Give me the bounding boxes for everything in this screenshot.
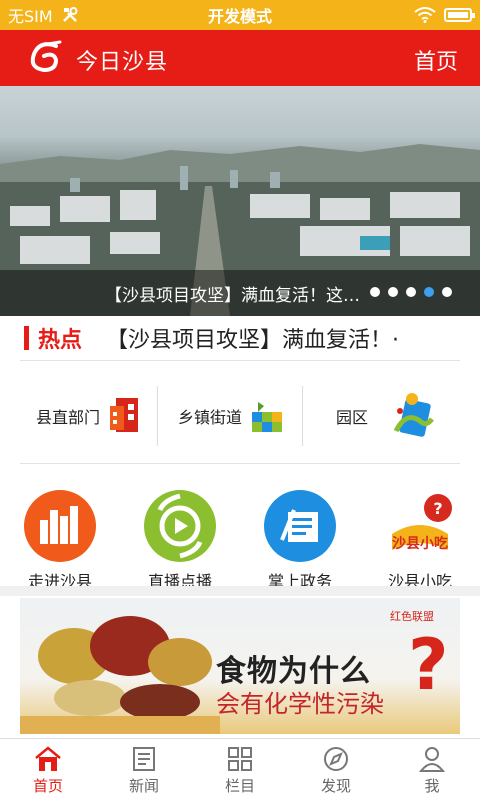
- ad-subtitle: 会有化学性污染: [216, 690, 384, 718]
- banner-carousel[interactable]: 【沙县项目攻坚】满血复活！这…: [0, 86, 480, 316]
- service-grid: 走进沙县 直播点播 掌上政务 沙县小吃 ? 沙县小吃: [0, 482, 480, 591]
- ad-brand: 红色联盟: [390, 610, 434, 623]
- hot-accent-bar: [24, 326, 29, 350]
- document-icon: [264, 490, 336, 562]
- township-icon: [252, 402, 283, 432]
- hot-label: 热点: [38, 328, 83, 353]
- news-icon: [133, 747, 155, 771]
- tab-label: 我: [424, 777, 440, 795]
- tab-columns[interactable]: 栏目: [192, 739, 288, 801]
- compass-icon: [324, 747, 348, 771]
- grid-icon: [228, 747, 252, 771]
- carousel-dot[interactable]: [370, 287, 380, 297]
- divider: [20, 463, 460, 464]
- home-icon: [35, 746, 61, 771]
- tab-me[interactable]: 我: [384, 739, 480, 801]
- svg-text:?: ?: [433, 499, 442, 518]
- carousel-dot[interactable]: [388, 287, 398, 297]
- tab-news[interactable]: 新闻: [96, 739, 192, 801]
- tab-label: 新闻: [128, 777, 159, 795]
- carousel-dot[interactable]: [406, 287, 416, 297]
- tab-home[interactable]: 首页: [0, 739, 96, 801]
- divider: [20, 360, 460, 361]
- user-icon: [418, 747, 446, 772]
- category-label: 县直部门: [36, 408, 101, 427]
- banner-caption-bar: 【沙县项目攻坚】满血复活！这…: [0, 270, 480, 316]
- home-link[interactable]: 首页: [414, 44, 458, 76]
- app-title: 今日沙县: [76, 50, 169, 75]
- category-townships[interactable]: 乡镇街道: [178, 370, 286, 462]
- category-parks[interactable]: 园区: [336, 370, 438, 462]
- wifi-icon: [414, 7, 436, 23]
- bottom-tab-bar: 首页 新闻 栏目 发现 我: [0, 738, 480, 800]
- app-logo-icon: [30, 40, 62, 73]
- hot-headline[interactable]: 【沙县项目攻坚】满血复活！·: [106, 322, 466, 354]
- category-separator: [157, 386, 158, 446]
- category-county-departments[interactable]: 县直部门: [36, 370, 142, 462]
- tab-label: 发现: [320, 777, 351, 795]
- city-buildings-icon: [24, 490, 96, 562]
- park-icon: [393, 393, 435, 437]
- snack-logo-icon: 沙县小吃 ?: [384, 490, 456, 562]
- banner-caption[interactable]: 【沙县项目攻坚】满血复活！这…: [105, 281, 360, 306]
- app-header: 今日沙县 首页: [0, 30, 480, 86]
- tab-label: 首页: [32, 777, 63, 795]
- category-separator: [302, 386, 303, 446]
- hot-news-ticker[interactable]: 热点 【沙县项目攻坚】满血复活！·: [0, 316, 480, 360]
- service-visit-shaxian[interactable]: 走进沙县: [10, 482, 110, 592]
- category-row: 县直部门 乡镇街道 园区: [0, 370, 480, 462]
- service-live-vod[interactable]: 直播点播: [130, 482, 230, 592]
- category-label: 园区: [336, 408, 369, 427]
- svg-text:沙县小吃: 沙县小吃: [392, 535, 448, 552]
- play-icon: [144, 490, 216, 562]
- dev-mode-label: 开发模式: [207, 7, 272, 26]
- ad-question-mark: ?: [408, 624, 449, 706]
- battery-icon: [444, 8, 475, 22]
- ad-banner[interactable]: 红色联盟 食物为什么 会有化学性污染 ?: [20, 598, 460, 734]
- section-gap: [0, 586, 480, 596]
- category-label: 乡镇街道: [178, 408, 243, 427]
- status-bar: 无SIM 开发模式: [0, 0, 480, 30]
- service-shaxian-snacks[interactable]: 沙县小吃 ? 沙县小吃: [370, 482, 470, 592]
- tab-discover[interactable]: 发现: [288, 739, 384, 801]
- carousel-dots: [370, 287, 452, 297]
- tab-label: 栏目: [224, 777, 255, 795]
- office-icon: [110, 398, 139, 432]
- carousel-dot[interactable]: [442, 287, 452, 297]
- ad-image-grains: [20, 616, 220, 734]
- service-e-government[interactable]: 掌上政务: [250, 482, 350, 592]
- carousel-dot-active[interactable]: [424, 287, 434, 297]
